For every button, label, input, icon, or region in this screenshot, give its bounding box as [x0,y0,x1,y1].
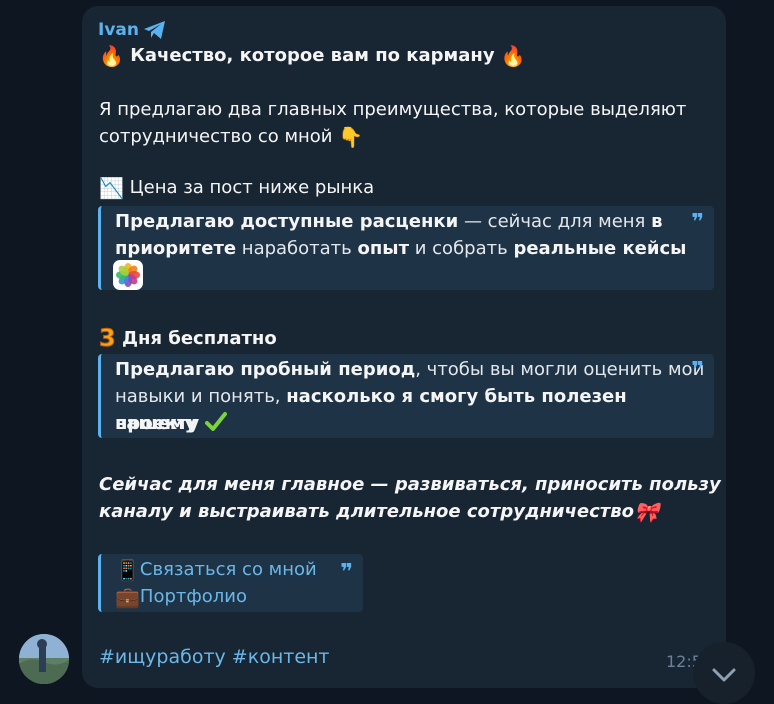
quote-icon: ❞ [691,210,704,235]
quote2-part: Предлагаю пробный период [115,359,416,380]
quote1-part: реальные кейсы [513,238,687,259]
portfolio-link-text[interactable]: Портфолио [140,586,247,607]
telegram-plane-icon [143,21,165,39]
phone-icon: 📱 [115,558,140,582]
chart-icon: 📉 [99,176,124,200]
quote-block-2: Предлагаю пробный период, чтобы вы могли… [98,354,714,438]
quote-block-1: Предлагаю доступные расценки — сейчас дл… [98,206,714,290]
check-icon [205,412,228,431]
italic-line-2-text: каналу и выстраивать длительное сотрудни… [99,501,634,522]
contact-link[interactable]: 📱Связаться со мной [115,558,317,582]
italic-line-1: Сейчас для меня главное — развиваться, п… [99,474,721,495]
fire-icon: 🔥 [99,44,124,68]
avatar[interactable] [19,634,69,684]
quote2-line1: Предлагаю пробный период, чтобы вы могли… [115,356,704,383]
section2-title: 3 Дня бесплатно [99,324,277,353]
section1-title: 📉 Цена за пост ниже рынка [99,176,374,200]
quote2-line3: проекту [115,410,228,437]
briefcase-icon: 💼 [115,585,140,609]
links-block: 📱Связаться со мной 💼Портфолио ❞ [98,554,363,612]
sender-name[interactable]: Ivan [98,20,139,40]
quote-icon: ❞ [691,358,704,383]
headline-row: 🔥 Качество, которое вам по карману 🔥 [99,44,526,68]
quote1-part: приоритете [115,238,237,259]
point-down-icon: 👇 [338,125,364,149]
scroll-down-button[interactable] [693,642,755,704]
intro-line-2: сотрудничество со мной 👇 [99,125,363,149]
quote1-line2: приоритете наработать опыт и собрать реа… [115,235,686,262]
chevron-down-icon [712,668,736,682]
keycap-3-icon: 3 [99,324,117,353]
contact-link-text[interactable]: Связаться со мной [140,559,317,580]
quote2-part: проекту [115,413,200,434]
quote2-part: навыки и понять, [115,386,287,407]
bow-icon: 🎀 [633,500,659,524]
intro-line-1: Я предлагаю два главных преимущества, ко… [99,99,687,120]
quote1-part: опыт [357,238,410,259]
quote-icon: ❞ [340,560,353,585]
italic-line-2: каналу и выстраивать длительное сотрудни… [99,498,659,526]
photos-app-icon [113,260,143,294]
quote1-part: — сейчас для меня [458,211,652,232]
headline-text: Качество, которое вам по карману [130,45,495,66]
portfolio-link[interactable]: 💼Портфолио [115,585,247,609]
quote1-part: и собрать [409,238,514,259]
quote2-part: , чтобы вы могли оценить мои [415,359,705,380]
intro-line-2-text: сотрудничество со мной [99,126,333,147]
section1-title-text: Цена за пост ниже рынка [129,177,375,198]
quote1-part: наработать [236,238,358,259]
sender-row: Ivan [98,20,167,40]
quote1-line1: Предлагаю доступные расценки — сейчас дл… [115,208,663,235]
quote1-part: в [651,211,663,232]
section2-title-text: Дня бесплатно [121,328,277,349]
hashtags[interactable]: #ищуработу #контент [99,646,330,668]
fire-icon: 🔥 [500,44,526,68]
quote1-part: Предлагаю доступные расценки [115,211,459,232]
